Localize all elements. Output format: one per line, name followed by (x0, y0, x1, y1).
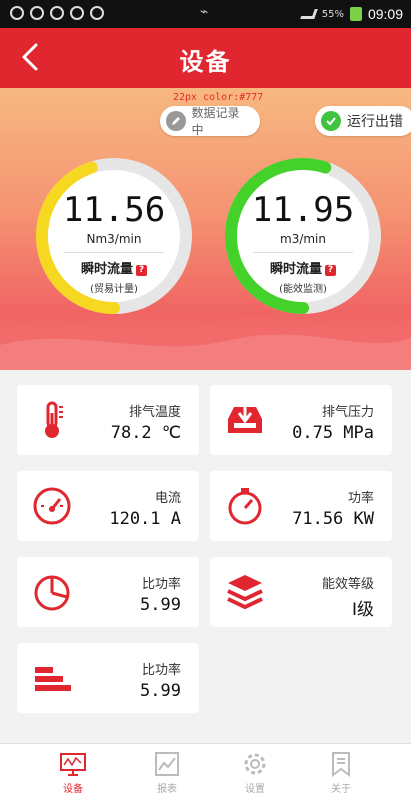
bar-levels-icon (31, 657, 73, 699)
signal-icon (299, 9, 318, 19)
notification-icons (10, 6, 104, 20)
card-value: 78.2 ℃ (110, 423, 181, 443)
report-icon (155, 752, 179, 776)
card-label: 能效等级 (321, 577, 374, 592)
gauge-sublabel: (贸易计量) (90, 284, 138, 295)
card-value: 71.56 KW (292, 509, 374, 529)
gauge-unit: Nm3/min (86, 232, 142, 246)
help-icon[interactable]: ? (325, 265, 336, 276)
card-label: 电流 (154, 491, 181, 506)
pie-chart-icon (31, 571, 73, 613)
gauge-divider (64, 252, 164, 253)
battery-percent: 55% (321, 8, 344, 20)
gauge-divider (253, 252, 353, 253)
gauge-unit: m3/min (280, 232, 326, 246)
tab-settings[interactable]: 设置 (210, 744, 300, 800)
speedometer-icon (31, 485, 73, 527)
card-label: 比功率 (141, 577, 181, 592)
check-icon (321, 111, 341, 131)
card-value: 120.1 A (109, 509, 181, 529)
tab-label: 关于 (331, 784, 351, 795)
flow-gauge-trade: 11.56 Nm3/min 瞬时流量? (贸易计量) (28, 150, 200, 322)
card-specific-power[interactable]: 比功率 5.99 (17, 557, 199, 627)
page-title: 设备 (179, 48, 232, 76)
bookmark-icon (332, 752, 350, 777)
card-label: 功率 (347, 491, 374, 506)
status-bar: ⌁ 55% 09:09 (0, 0, 411, 28)
gauge-sublabel: (能效监测) (279, 284, 327, 295)
card-exhaust-pressure[interactable]: 排气压力 0.75 MPa (210, 385, 392, 455)
gauge-label: 瞬时流量? (28, 258, 200, 277)
card-value: 0.75 MPa (292, 423, 374, 443)
pressure-tray-icon (224, 399, 266, 441)
pencil-icon (166, 111, 186, 131)
gauge-value: 11.56 (62, 190, 166, 230)
flow-gauge-efficiency: 11.95 m3/min 瞬时流量? (能效监测) (217, 150, 389, 322)
tab-label: 报表 (157, 784, 177, 795)
card-label: 排气温度 (128, 405, 181, 420)
tab-label: 设备 (63, 784, 83, 795)
power-timer-icon (224, 485, 266, 527)
layers-icon (224, 571, 266, 613)
app-header: 设备 (0, 28, 411, 88)
gauge-value: 11.95 (251, 190, 355, 230)
monitor-icon (60, 753, 86, 776)
shield-icon (10, 6, 24, 20)
recording-label: 数据记录中 (191, 106, 240, 137)
card-current[interactable]: 电流 120.1 A (17, 471, 199, 541)
card-label: 比功率 (141, 663, 181, 678)
tab-about[interactable]: 关于 (296, 744, 386, 800)
clock: 09:09 (367, 6, 403, 22)
card-value: 5.99 (140, 681, 181, 701)
card-exhaust-temperature[interactable]: 排气温度 78.2 ℃ (17, 385, 199, 455)
gauge-label-text: 瞬时流量 (80, 262, 133, 277)
recording-badge[interactable]: 数据记录中 (160, 106, 260, 137)
wifi-icon: ⌁ (200, 4, 209, 20)
weather-icon (90, 6, 104, 20)
tab-label: 设置 (245, 784, 265, 795)
tab-report[interactable]: 报表 (122, 744, 212, 800)
card-efficiency-grade[interactable]: 能效等级 Ⅰ级 (210, 557, 392, 627)
paw-icon (70, 6, 84, 20)
battery-icon (349, 7, 362, 21)
bottom-tab-bar: 设备 报表 设置 关于 (0, 743, 411, 800)
running-error-label: 运行出错 (347, 114, 403, 130)
help-icon[interactable]: ? (136, 265, 147, 276)
lock-icon (30, 6, 44, 20)
thermometer-icon (31, 399, 73, 441)
card-value: 5.99 (140, 595, 181, 615)
card-label: 排气压力 (321, 405, 374, 420)
card-power[interactable]: 功率 71.56 KW (210, 471, 392, 541)
tab-device[interactable]: 设备 (28, 744, 118, 800)
gauge-label: 瞬时流量? (217, 258, 389, 277)
card-value: Ⅰ级 (351, 600, 374, 620)
design-annotation: 22px color:#777 (173, 92, 264, 103)
running-error-badge[interactable]: 运行出错 (315, 106, 411, 136)
gear-icon (244, 753, 266, 775)
card-specific-power-2[interactable]: 比功率 5.99 (17, 643, 199, 713)
app-icon (50, 6, 64, 20)
gauge-label-text: 瞬时流量 (269, 262, 322, 277)
